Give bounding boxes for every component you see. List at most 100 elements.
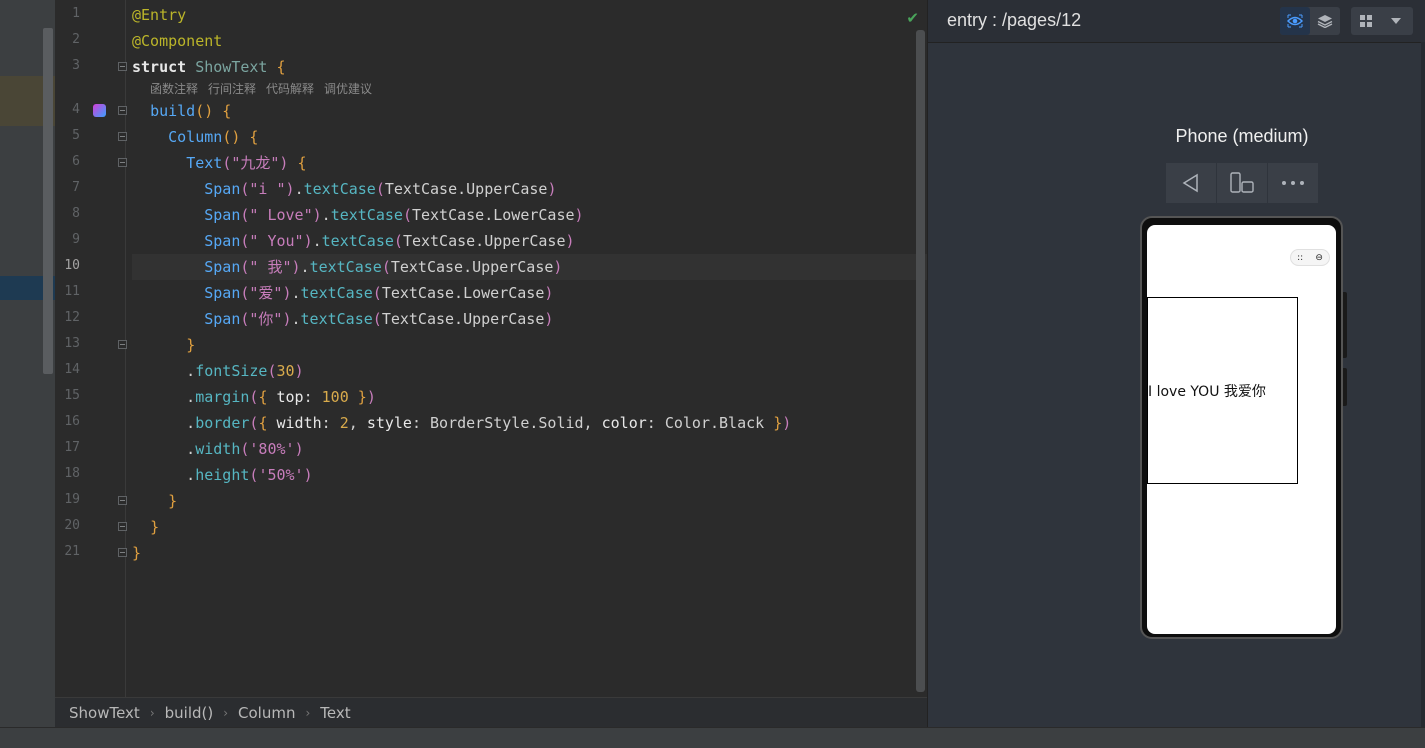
previewer-title: entry : /pages/12 (947, 10, 1082, 30)
left-scrollbar[interactable] (43, 28, 53, 374)
code-token: ) (547, 180, 557, 198)
line-number: 12 (64, 310, 80, 325)
code-line[interactable]: .margin({ top: 100 }) (132, 384, 927, 410)
code-token: struct (132, 58, 196, 76)
code-token: . (132, 414, 196, 432)
code-token: () { (222, 128, 259, 146)
more-options-icon[interactable] (1268, 163, 1318, 203)
code-token: " You" (249, 232, 304, 250)
code-token: 30 (276, 362, 295, 380)
hint-inline-comment[interactable]: 行间注释 (208, 82, 256, 96)
code-token: } (186, 336, 196, 354)
fold-toggle-icon[interactable] (118, 340, 127, 349)
code-line[interactable]: } (132, 540, 927, 566)
chevron-right-icon: › (305, 705, 311, 720)
line-number: 5 (72, 128, 80, 143)
capsule-close-icon[interactable]: ⊖ (1315, 253, 1323, 263)
code-token: { (288, 154, 307, 172)
breadcrumb-item[interactable]: ShowText (69, 704, 140, 722)
code-token: textCase (300, 310, 373, 328)
fold-toggle-icon[interactable] (118, 496, 127, 505)
hint-tuning-advice[interactable]: 调优建议 (324, 82, 372, 96)
line-number: 10 (64, 258, 80, 273)
code-token: ( (402, 206, 412, 224)
fold-toggle-icon[interactable] (118, 106, 127, 115)
code-line[interactable]: Span("爱").textCase(TextCase.LowerCase) (132, 280, 927, 306)
inspection-ok-icon[interactable]: ✔ (906, 9, 919, 27)
code-token: , (348, 414, 367, 432)
code-line[interactable]: Span("i ").textCase(TextCase.UpperCase) (132, 176, 927, 202)
code-line[interactable]: Span(" You").textCase(TextCase.UpperCase… (132, 228, 927, 254)
line-number-gutter: 1 2 3 4 5 6 7 8 9 10 11 12 13 14 15 16 17 18 19 20 21 (55, 0, 127, 697)
code-token: . (132, 362, 196, 380)
code-token: '80%' (249, 440, 295, 458)
code-token: } (132, 544, 142, 562)
back-triangle-icon[interactable] (1166, 163, 1217, 203)
code-token: " 我" (249, 258, 292, 276)
inspector-toggle-group (1280, 7, 1340, 35)
code-line[interactable]: .height('50%') (132, 462, 927, 488)
code-line[interactable]: Column() { (132, 124, 927, 150)
code-token: : (303, 388, 322, 406)
code-line[interactable]: } (132, 514, 927, 540)
previewer-scrollbar[interactable] (1421, 42, 1425, 727)
code-token: Span (204, 232, 241, 250)
line-number: 11 (64, 284, 80, 299)
code-line[interactable]: .fontSize(30) (132, 358, 927, 384)
phone-screen[interactable]: :: ⊖ I love YOU 我爱你 (1147, 225, 1336, 634)
inspect-eye-icon[interactable] (1280, 7, 1310, 35)
code-line[interactable]: Span("你").textCase(TextCase.UpperCase) (132, 306, 927, 332)
code-line[interactable]: build() { (132, 98, 927, 124)
code-token: Span (204, 258, 241, 276)
code-token: ) (294, 362, 304, 380)
hint-function-comment[interactable]: 函数注释 (150, 82, 198, 96)
code-token: @Component (132, 32, 223, 50)
rotate-device-icon[interactable] (1217, 163, 1268, 203)
code-token: : BorderStyle.Solid, (411, 414, 602, 432)
code-line[interactable]: Span(" Love").textCase(TextCase.LowerCas… (132, 202, 927, 228)
breadcrumb-item[interactable]: Column (238, 704, 295, 722)
chevron-down-icon[interactable] (1381, 7, 1411, 35)
code-line[interactable]: .border({ width: 2, style: BorderStyle.S… (132, 410, 927, 436)
code-line[interactable]: .width('80%') (132, 436, 927, 462)
code-token: border (195, 414, 250, 432)
grid-layout-icon[interactable] (1351, 7, 1381, 35)
fold-toggle-icon[interactable] (118, 522, 127, 531)
line-number: 20 (64, 518, 80, 533)
fold-toggle-icon[interactable] (118, 62, 127, 71)
code-token: . (291, 310, 301, 328)
fold-toggle-icon[interactable] (118, 158, 127, 167)
fold-toggle-icon[interactable] (118, 132, 127, 141)
line-number: 17 (64, 440, 80, 455)
code-token: ( (372, 284, 382, 302)
fold-toggle-icon[interactable] (118, 548, 127, 557)
code-token: "你" (249, 310, 283, 328)
layers-icon[interactable] (1310, 7, 1340, 35)
editor-scrollbar[interactable] (916, 30, 925, 692)
code-line[interactable]: struct ShowText { (132, 54, 927, 80)
app-capsule[interactable]: :: ⊖ (1290, 249, 1330, 266)
code-line[interactable]: } (132, 488, 927, 514)
rendered-text-component[interactable]: I love YOU 我爱你 (1147, 297, 1298, 484)
hint-code-explain[interactable]: 代码解释 (266, 82, 314, 96)
code-line[interactable]: @Component (132, 28, 927, 54)
code-token: "爱" (249, 284, 283, 302)
code-line[interactable]: @Entry (132, 2, 927, 28)
code-line[interactable]: Text("九龙") { (132, 150, 927, 176)
line-number: 15 (64, 388, 80, 403)
breadcrumb-item[interactable]: build() (165, 704, 214, 722)
code-line[interactable]: } (132, 332, 927, 358)
code-token: : (321, 414, 340, 432)
code-token: top (276, 388, 304, 406)
code-line[interactable]: Span(" 我").textCase(TextCase.UpperCase) (132, 254, 927, 280)
code-token: ( (372, 310, 382, 328)
code-token: textCase (330, 206, 403, 224)
breadcrumb-item[interactable]: Text (320, 704, 350, 722)
capsule-menu-icon[interactable]: :: (1297, 253, 1303, 263)
code-editor[interactable]: 1 2 3 4 5 6 7 8 9 10 11 12 13 14 15 16 17 18 19 20 21 @Entry… (55, 0, 927, 697)
harmony-component-icon[interactable] (93, 104, 106, 117)
